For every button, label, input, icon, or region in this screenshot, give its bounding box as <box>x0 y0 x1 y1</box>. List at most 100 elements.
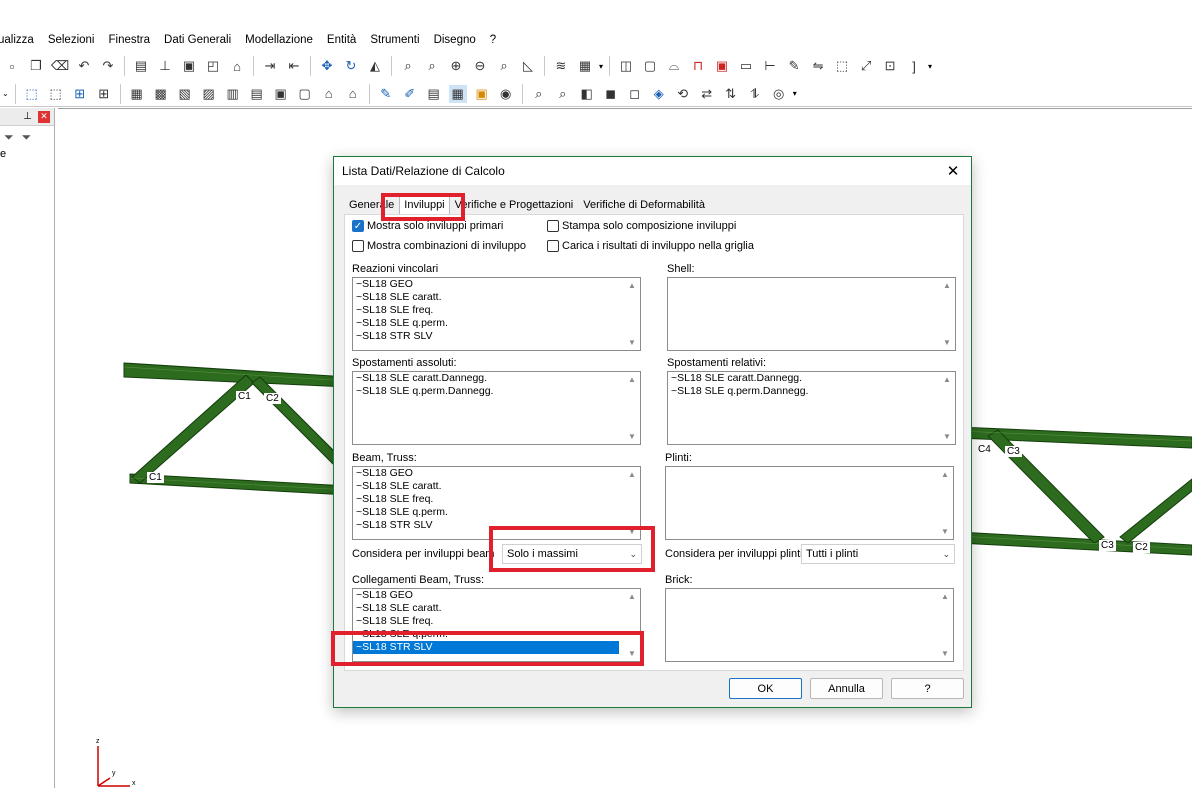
list-item[interactable]: ~SL18 SLE caratt.Dannegg. <box>353 372 640 385</box>
translate-icon[interactable]: ⇋ <box>809 57 827 75</box>
list-spostamenti-assoluti[interactable]: ~SL18 SLE caratt.Dannegg. ~SL18 SLE q.pe… <box>352 371 641 445</box>
zoom-window-icon[interactable]: ⌕ <box>423 57 441 75</box>
menu-dati-generali[interactable]: Dati Generali <box>164 34 231 46</box>
id-icon[interactable]: ▭ <box>737 57 755 75</box>
ok-button[interactable]: OK <box>729 678 802 699</box>
list-plinti[interactable]: ▲ ▼ <box>665 466 954 540</box>
list-shell[interactable]: ▲ ▼ <box>667 277 956 351</box>
list-item[interactable]: ~SL18 SLE q.perm.Dannegg. <box>353 385 640 398</box>
unlock-icon[interactable]: ⌂ <box>344 85 362 103</box>
list-item[interactable]: ~SL18 GEO <box>353 278 640 291</box>
view-2d-icon[interactable]: ⊡ <box>881 57 899 75</box>
checkbox-stampa-composizione[interactable]: Stampa solo composizione inviluppi <box>547 220 736 232</box>
zoom-icon[interactable]: ⌕ <box>399 57 417 75</box>
flip-vertical-icon[interactable]: ⇅ <box>722 85 740 103</box>
scroll-up-icon[interactable]: ▲ <box>628 592 636 601</box>
list-item[interactable]: ~SL18 SLE freq. <box>353 493 640 506</box>
rotate-icon[interactable]: ↻ <box>342 57 360 75</box>
bounds-icon[interactable]: ⬚ <box>833 57 851 75</box>
move-icon[interactable]: ✥ <box>318 57 336 75</box>
list-reazioni[interactable]: ~SL18 GEO ~SL18 SLE caratt. ~SL18 SLE fr… <box>352 277 641 351</box>
grid-deselect-icon[interactable]: ⊞ <box>95 85 113 103</box>
checkbox-mostra-primari[interactable]: ✓ Mostra solo inviluppi primari <box>352 220 503 232</box>
list-data-icon[interactable]: ▦ <box>448 84 467 103</box>
scrollbar[interactable]: ▲ ▼ <box>937 589 953 661</box>
scroll-down-icon[interactable]: ▼ <box>628 432 636 441</box>
scrollbar[interactable]: ▲ ▼ <box>939 278 955 350</box>
layers-icon[interactable]: ≋ <box>552 57 570 75</box>
lock-icon[interactable]: ⌂ <box>320 85 338 103</box>
mirror-icon[interactable]: ◭ <box>366 57 384 75</box>
scrollbar[interactable]: ▲ ▼ <box>624 278 640 350</box>
select-bricks-icon[interactable]: ▤ <box>248 85 266 103</box>
pin-icon[interactable]: ✎ <box>785 57 803 75</box>
scale-icon[interactable]: ⤢ <box>857 57 875 75</box>
pin-icon[interactable]: ⊥ <box>23 111 32 122</box>
checkbox-box[interactable] <box>547 220 559 232</box>
swap-icon[interactable]: ⇄ <box>698 85 716 103</box>
select-nodes-icon[interactable]: ▣ <box>713 57 731 75</box>
menu-visualizza[interactable]: ualizza <box>0 34 34 46</box>
image-icon[interactable]: ▣ <box>473 85 491 103</box>
find-prev-icon[interactable]: ⌕ <box>554 85 572 103</box>
grid-select-icon[interactable]: ⊞ <box>71 85 89 103</box>
orbit-icon[interactable]: ⟲ <box>674 85 692 103</box>
menu-help[interactable]: ? <box>490 34 496 46</box>
list-item[interactable]: ~SL18 SLE caratt. <box>353 602 640 615</box>
select-links-icon[interactable]: ▥ <box>224 85 242 103</box>
flip-horizontal-icon[interactable]: ⥮ <box>746 85 764 103</box>
select-shells-icon[interactable]: ▧ <box>176 85 194 103</box>
tab-verifiche-progettazioni[interactable]: Verifiche e Progettazioni <box>450 195 579 215</box>
scroll-up-icon[interactable]: ▲ <box>943 375 951 384</box>
chevron-down-icon[interactable]: ▾ <box>793 89 797 98</box>
zoom-out-icon[interactable]: ⊖ <box>471 57 489 75</box>
pen-icon[interactable]: ✎ <box>377 85 395 103</box>
help-button[interactable]: ? <box>891 678 964 699</box>
support-icon[interactable]: ⊥ <box>156 57 174 75</box>
select-considera-plinti[interactable]: Tutti i plinti ⌄ <box>801 544 955 564</box>
scroll-down-icon[interactable]: ▼ <box>941 649 949 658</box>
checkbox-box[interactable] <box>352 240 364 252</box>
paste-icon[interactable]: ▫ <box>3 57 21 75</box>
close-icon[interactable]: ✕ <box>38 110 50 123</box>
rotate-3d-icon[interactable]: ◈ <box>650 85 668 103</box>
scroll-down-icon[interactable]: ▼ <box>943 432 951 441</box>
solid-cube-icon[interactable]: ◧ <box>578 85 596 103</box>
zoom-all-icon[interactable]: ⌕ <box>495 57 513 75</box>
scroll-up-icon[interactable]: ▲ <box>943 281 951 290</box>
list-item[interactable]: ~SL18 SLE freq. <box>353 304 640 317</box>
view-3d-icon[interactable]: ◫ <box>617 57 635 75</box>
redo-icon[interactable]: ↷ <box>99 57 117 75</box>
panel-icon[interactable]: ▣ <box>180 57 198 75</box>
edit-icon[interactable]: ✐ <box>401 85 419 103</box>
frame-icon[interactable]: ⊓ <box>689 57 707 75</box>
select-group-icon[interactable]: ▣ <box>272 85 290 103</box>
checkbox-mostra-combinazioni[interactable]: Mostra combinazioni di inviluppo <box>352 240 526 252</box>
view-icon[interactable]: ◰ <box>204 57 222 75</box>
list-item[interactable]: ~SL18 SLE q.perm. <box>353 506 640 519</box>
list-item[interactable]: ~SL18 SLE freq. <box>353 615 640 628</box>
menu-entita[interactable]: Entità <box>327 34 356 46</box>
axis-icon[interactable]: ⊢ <box>761 57 779 75</box>
scroll-up-icon[interactable]: ▲ <box>628 375 636 384</box>
list-item[interactable]: ~SL18 SLE q.perm. <box>353 317 640 330</box>
scroll-up-icon[interactable]: ▲ <box>941 592 949 601</box>
scroll-up-icon[interactable]: ▲ <box>628 470 636 479</box>
list-item[interactable]: ~SL18 SLE caratt. <box>353 480 640 493</box>
list-item[interactable]: ~SL18 SLE caratt. <box>353 291 640 304</box>
scroll-up-icon[interactable]: ▲ <box>941 470 949 479</box>
list-brick[interactable]: ▲ ▼ <box>665 588 954 662</box>
zoom-in-icon[interactable]: ⊕ <box>447 57 465 75</box>
menu-selezioni[interactable]: Selezioni <box>48 34 95 46</box>
undo-icon[interactable]: ↶ <box>75 57 93 75</box>
arrow-out-icon[interactable]: ⇤ <box>285 57 303 75</box>
scrollbar[interactable]: ▲ ▼ <box>624 372 640 444</box>
scroll-down-icon[interactable]: ▼ <box>943 338 951 347</box>
filter-icon[interactable]: ⏷ <box>4 130 14 145</box>
check-icon[interactable]: ✓ <box>352 220 364 232</box>
report-icon[interactable]: ▦ <box>576 57 594 75</box>
eye-icon[interactable]: ◉ <box>497 85 515 103</box>
table-icon[interactable]: ▤ <box>425 85 443 103</box>
scrollbar[interactable]: ▲ ▼ <box>937 467 953 539</box>
list-item[interactable]: ~SL18 SLE caratt.Dannegg. <box>668 372 955 385</box>
